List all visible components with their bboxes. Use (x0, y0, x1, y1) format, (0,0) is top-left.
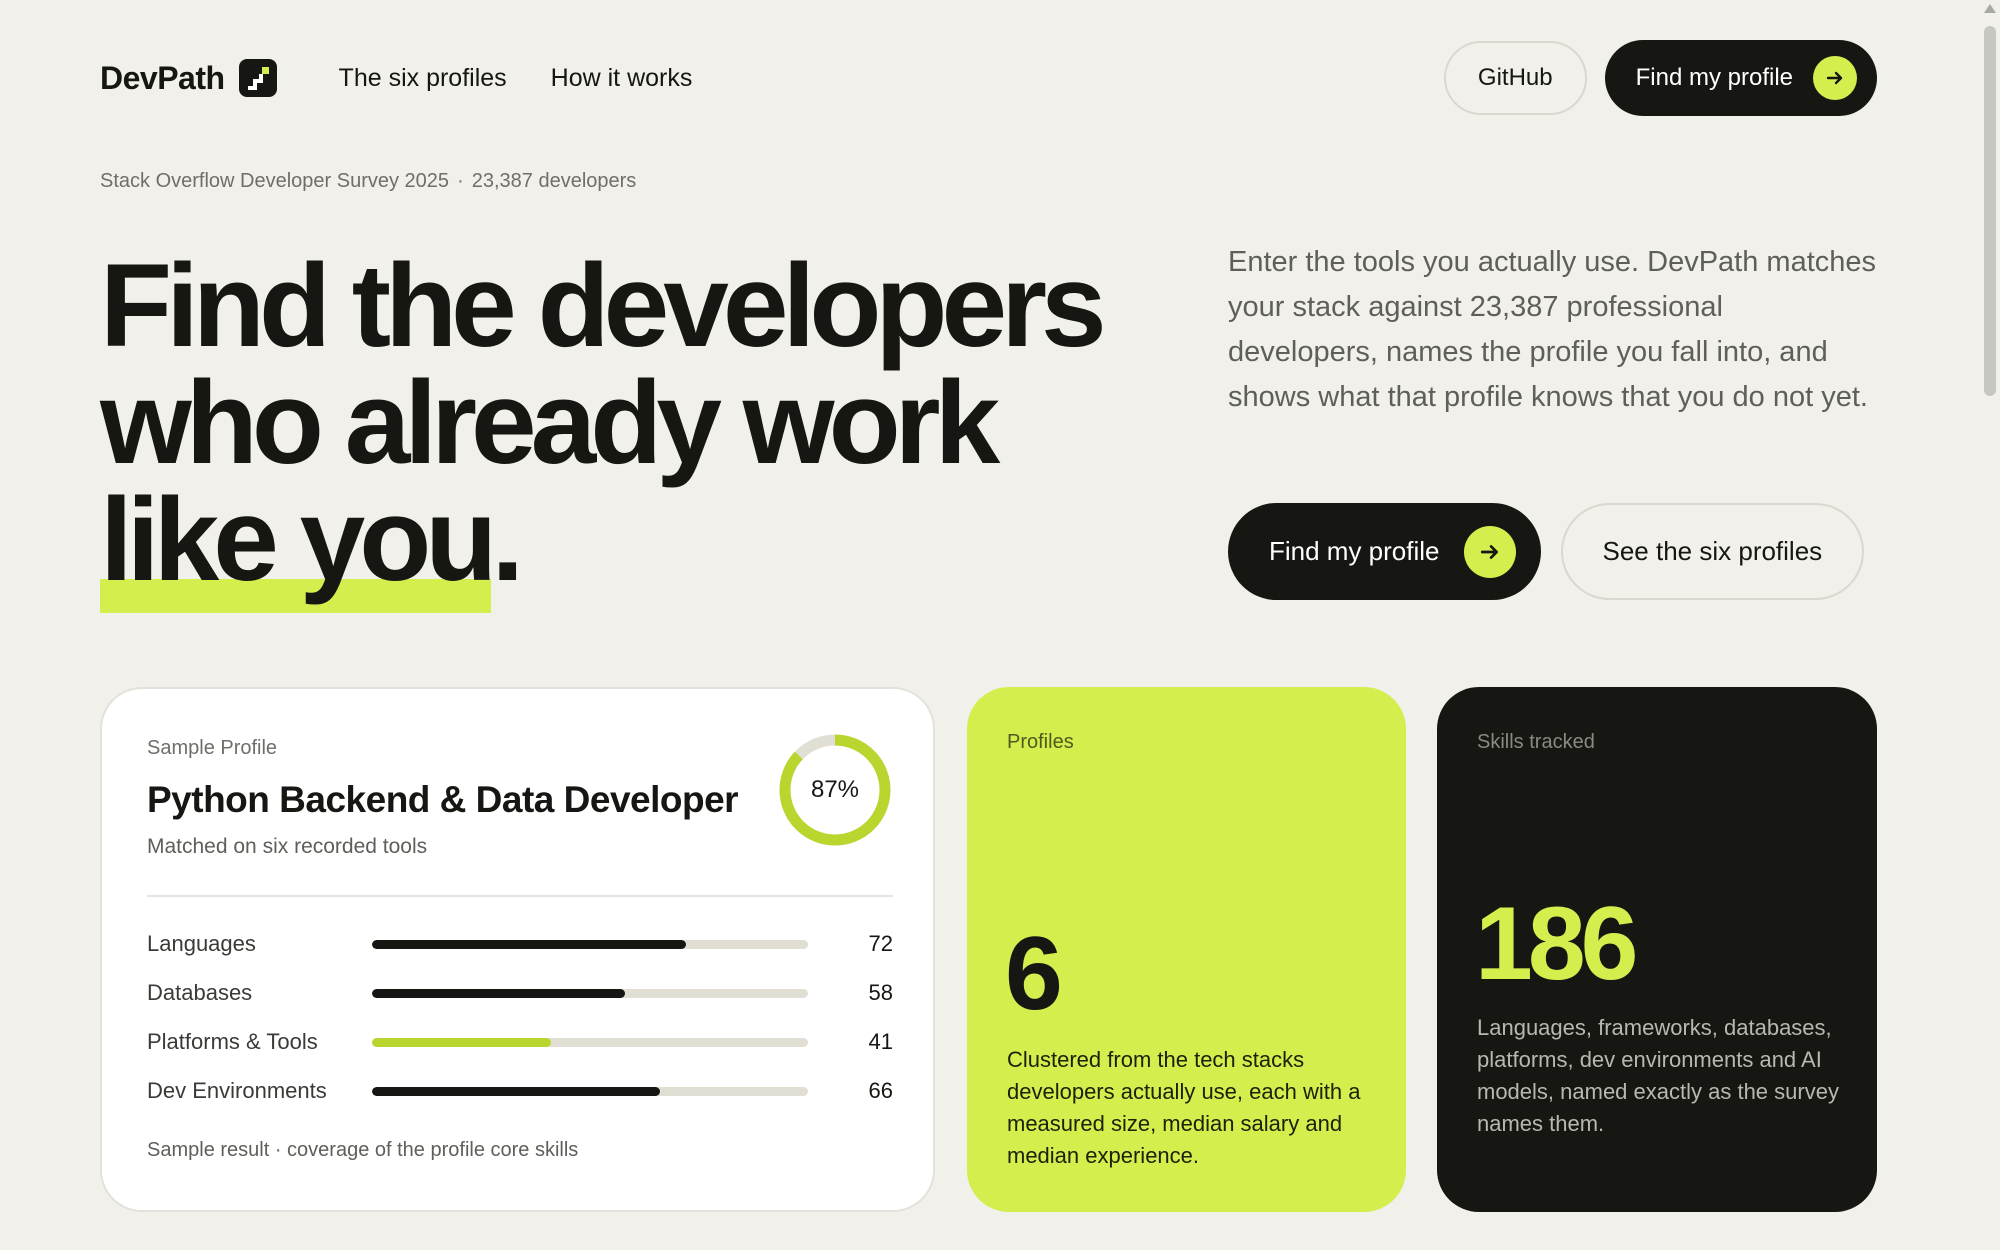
brand-logo[interactable]: DevPath (100, 59, 277, 97)
headline-line-1: Find the developers (100, 240, 1107, 372)
stat-number: 6 (1005, 916, 1063, 1032)
stairs-icon (238, 59, 277, 97)
skill-name: Databases (147, 980, 253, 1005)
stat-description: Clustered from the tech stacks developer… (1007, 1047, 1361, 1168)
nav-find-profile-button[interactable]: Find my profile (1604, 40, 1877, 116)
nav-find-profile-label: Find my profile (1635, 64, 1793, 91)
page-scrollbar[interactable] (1980, 0, 2000, 1250)
profile-card-label: Sample Profile (147, 737, 278, 759)
match-percentage: 87% (810, 776, 860, 803)
skill-row-languages: Languages 72 (147, 929, 893, 959)
profile-title: Python Backend & Data Developer (147, 779, 739, 820)
skills-stat-card: Skills tracked 186 Languages, frameworks… (1437, 687, 1877, 1212)
hero-headline: Find the developers who already work lik… (100, 247, 1107, 613)
brand-name: DevPath (100, 59, 225, 96)
nav-link-how-it-works[interactable]: How it works (551, 64, 693, 93)
profiles-stat-card: Profiles 6 Clustered from the tech stack… (967, 687, 1406, 1212)
headline-period: . (491, 474, 524, 606)
skill-bar-track (372, 988, 808, 998)
hero-find-profile-button[interactable]: Find my profile (1228, 503, 1541, 600)
stat-label: Skills tracked (1477, 731, 1595, 753)
skill-bar-fill (372, 988, 625, 998)
headline-line-2: who already work (100, 357, 1000, 489)
profile-divider (147, 895, 893, 897)
profile-card-footer: Sample result · coverage of the profile … (147, 1139, 579, 1161)
skill-name: Platforms & Tools (147, 1029, 318, 1054)
hero-find-profile-label: Find my profile (1269, 536, 1440, 566)
hero-intro: Enter the tools you actually use. DevPat… (1228, 246, 1877, 413)
scroll-up-arrow-icon[interactable] (1984, 4, 1996, 13)
skill-bar-fill (372, 1086, 660, 1096)
eyebrow-separator: · (457, 170, 464, 192)
skill-name: Dev Environments (147, 1078, 327, 1103)
skill-bar-track (372, 939, 808, 949)
skill-row-databases: Databases 58 (147, 978, 893, 1008)
nav-links: The six profiles How it works (339, 64, 693, 93)
stat-label: Profiles (1007, 731, 1074, 753)
nav-link-six-profiles[interactable]: The six profiles (339, 64, 507, 93)
survey-source: Stack Overflow Developer Survey 2025 (100, 170, 450, 192)
top-nav: DevPath The six profiles How it works Gi… (100, 40, 1877, 116)
skill-value: 66 (868, 1078, 893, 1103)
skill-bar-fill (372, 1037, 551, 1047)
skill-row-platforms-tools: Platforms & Tools 41 (147, 1027, 893, 1057)
arrow-right-icon (1813, 56, 1857, 100)
headline-highlight: like you (100, 481, 497, 613)
skill-value: 41 (868, 1029, 893, 1054)
skill-bar-track (372, 1086, 808, 1096)
profile-subtitle: Matched on six recorded tools (147, 835, 428, 858)
skill-row-dev-environments: Dev Environments 66 (147, 1076, 893, 1106)
hero-cta-row: Find my profile See the six profiles (1228, 503, 1865, 600)
scrollbar-thumb[interactable] (1984, 26, 1996, 396)
headline-highlight-text: like you (100, 474, 497, 606)
skill-name: Languages (147, 931, 256, 956)
skill-bar-fill (372, 939, 686, 949)
arrow-right-icon (1463, 525, 1516, 578)
skill-bar-track (372, 1037, 808, 1047)
sample-profile-card: Sample Profile Python Backend & Data Dev… (100, 687, 935, 1212)
github-button[interactable]: GitHub (1443, 41, 1587, 115)
developer-count: 23,387 developers (471, 170, 637, 192)
skill-value: 58 (868, 980, 893, 1005)
stat-number: 186 (1475, 886, 1639, 1002)
see-six-profiles-button[interactable]: See the six profiles (1560, 503, 1865, 600)
stat-description: Languages, frameworks, databases, platfo… (1477, 1015, 1839, 1136)
hero-eyebrow: Stack Overflow Developer Survey 2025 · 23,… (100, 170, 636, 193)
nav-actions: GitHub Find my profile (1443, 40, 1877, 116)
skill-value: 72 (868, 931, 893, 956)
